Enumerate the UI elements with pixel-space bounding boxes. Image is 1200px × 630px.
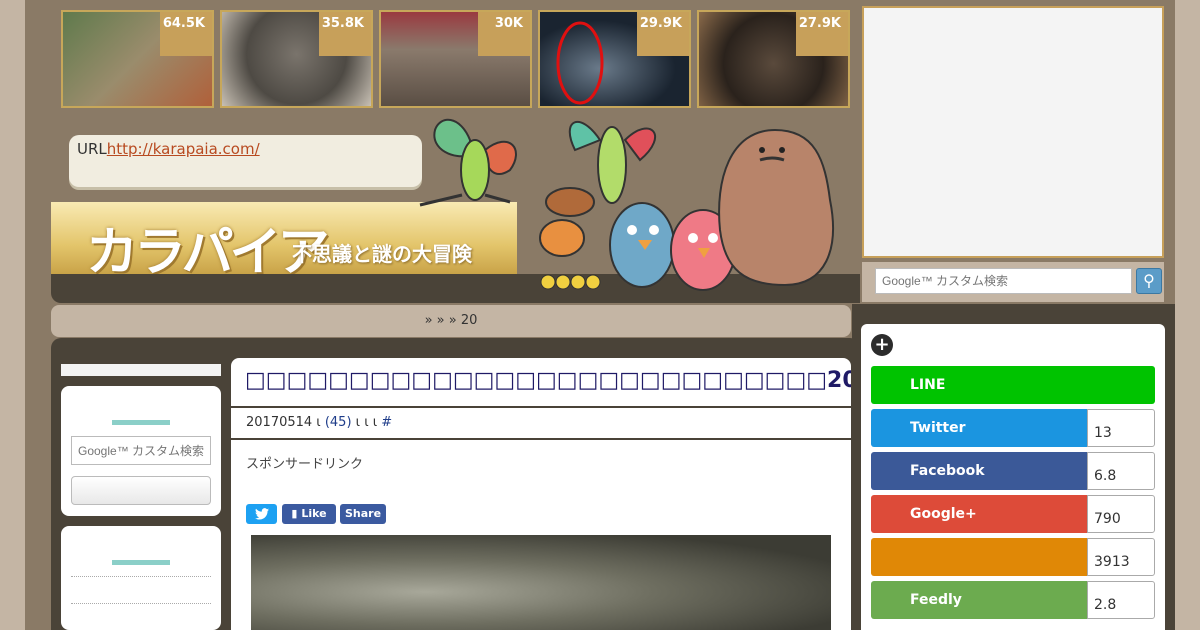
line-share[interactable]: LINE — [871, 366, 1155, 404]
mascot-characters-icon — [419, 118, 834, 291]
search-icon: ⚲ — [1143, 271, 1155, 290]
view-count-badge: 35.8K — [319, 12, 371, 56]
bookmark-share[interactable]: 3913 — [871, 538, 1155, 576]
facebook-share-button[interactable]: Share — [340, 504, 386, 524]
ad-box — [862, 6, 1164, 258]
right-search-input[interactable] — [875, 268, 1132, 294]
feedly-count: 2.8 — [1087, 581, 1155, 619]
left-search-widget — [61, 386, 221, 516]
site-url-link[interactable]: http://karapaia.com/ — [107, 140, 260, 158]
thumbnail-1[interactable]: 64.5K — [61, 10, 214, 108]
twitter-count: 13 — [1087, 409, 1155, 447]
meta-separator: ι ι ι — [351, 415, 382, 430]
view-count-badge: 29.9K — [637, 12, 689, 56]
thumbnail-4[interactable]: 29.9K — [538, 10, 691, 108]
red-circle-icon — [556, 21, 604, 105]
article-panel: □□□□□□□□□□□□□□□□□□□□□□□□□□□□20□□□□□□□□□ … — [231, 358, 851, 630]
meta-divider — [231, 438, 851, 440]
view-count-badge: 27.9K — [796, 12, 848, 56]
twitter-share-label[interactable]: Twitter — [871, 409, 1088, 447]
tweet-button[interactable] — [246, 504, 277, 524]
left-sidebar-separator — [61, 364, 221, 376]
plus-icon[interactable]: + — [871, 334, 893, 356]
article-date: 20170514 — [246, 415, 313, 430]
facebook-share[interactable]: Facebook 6.8 — [871, 452, 1155, 490]
bookmark-count: 3913 — [1087, 538, 1155, 576]
title-divider — [231, 406, 851, 408]
url-label: URL — [77, 140, 107, 158]
facebook-like-button[interactable]: ▮ Like — [282, 504, 336, 524]
left-search-button[interactable] — [71, 476, 211, 505]
bookmark-share-label[interactable] — [871, 538, 1088, 576]
article-main-image — [251, 535, 831, 630]
thumbnail-3[interactable]: 30K — [379, 10, 532, 108]
feedly-share-label[interactable]: Feedly — [871, 581, 1088, 619]
url-box: URLhttp://karapaia.com/ — [69, 135, 422, 187]
list-divider — [71, 576, 211, 577]
googleplus-count: 790 — [1087, 495, 1155, 533]
facebook-count: 6.8 — [1087, 452, 1155, 490]
left-search-input[interactable] — [71, 436, 211, 465]
article-title[interactable]: □□□□□□□□□□□□□□□□□□□□□□□□□□□□20□□□□□□□□□ — [245, 368, 851, 393]
view-count-badge: 64.5K — [160, 12, 212, 56]
twitter-bird-icon — [254, 508, 269, 520]
sponsored-link-label: スポンサードリンク — [246, 457, 364, 472]
comment-count-link[interactable]: (45) — [325, 415, 352, 430]
view-count-badge: 30K — [478, 12, 530, 56]
facebook-share-label[interactable]: Facebook — [871, 452, 1088, 490]
hash-link[interactable]: # — [381, 415, 392, 430]
twitter-share[interactable]: Twitter 13 — [871, 409, 1155, 447]
left-list-widget — [61, 526, 221, 630]
list-divider — [71, 603, 211, 604]
thumbs-up-icon: ▮ — [291, 507, 298, 520]
meta-separator: ι — [312, 415, 325, 430]
search-button[interactable]: ⚲ — [1136, 268, 1162, 294]
popular-thumbnails: 64.5K 35.8K 30K 29.9K 27.9K — [61, 10, 853, 108]
line-share-label[interactable]: LINE — [871, 366, 1155, 404]
thumbnail-2[interactable]: 35.8K — [220, 10, 373, 108]
feedly-share[interactable]: Feedly 2.8 — [871, 581, 1155, 619]
thumbnail-5[interactable]: 27.9K — [697, 10, 850, 108]
article-meta: 20170514 ι (45) ι ι ι # — [246, 415, 392, 430]
googleplus-share[interactable]: Google+ 790 — [871, 495, 1155, 533]
breadcrumb[interactable]: » » » 20 — [51, 305, 851, 337]
widget-title-bar — [112, 420, 170, 425]
widget-title-bar — [112, 560, 170, 565]
googleplus-share-label[interactable]: Google+ — [871, 495, 1088, 533]
